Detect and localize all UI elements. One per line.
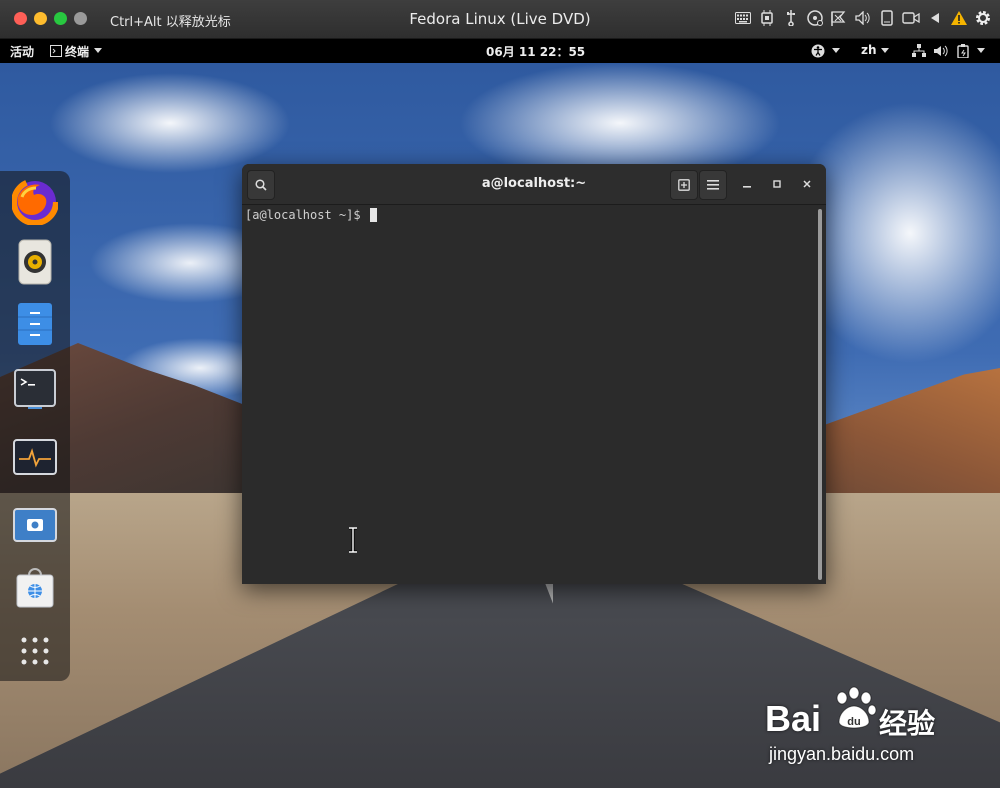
svg-text:du: du	[847, 716, 860, 728]
mountain-right	[820, 368, 1000, 498]
vm-toolbar	[734, 9, 992, 27]
new-tab-icon[interactable]	[670, 170, 698, 200]
back-icon[interactable]	[926, 9, 944, 27]
chevron-down-icon[interactable]	[977, 43, 985, 59]
files-icon[interactable]	[10, 299, 60, 349]
minimize-icon[interactable]	[739, 176, 755, 192]
text-cursor	[369, 208, 377, 222]
power-icon[interactable]	[957, 43, 971, 59]
vm-host-titlebar: Ctrl+Alt 以释放光标 Fedora Linux (Live DVD)	[0, 0, 1000, 39]
app-menu-button[interactable]: 终端	[65, 43, 89, 60]
watermark-brand: Bai	[765, 698, 822, 739]
terminal-app-icon	[50, 43, 62, 59]
watermark-url: jingyan.baidu.com	[769, 744, 915, 764]
terminal-window[interactable]: a@localhost:~ [a@localhost ~]$	[242, 164, 826, 584]
disc-icon[interactable]	[806, 9, 824, 27]
dash-dock	[0, 171, 70, 681]
show-apps-icon[interactable]	[10, 626, 60, 676]
software-icon[interactable]	[10, 563, 60, 613]
network-icon[interactable]	[912, 43, 926, 59]
close-icon[interactable]	[799, 176, 815, 192]
menu-icon[interactable]	[699, 170, 727, 200]
cpu-icon[interactable]	[758, 9, 776, 27]
close-traffic-light[interactable]	[14, 12, 27, 25]
sound-icon[interactable]	[854, 9, 872, 27]
terminal-output[interactable]: [a@localhost ~]$	[242, 205, 826, 584]
network-icon[interactable]	[830, 9, 848, 27]
terminal-scrollbar[interactable]	[818, 209, 822, 580]
terminal-icon[interactable]	[10, 364, 60, 414]
chevron-down-icon[interactable]	[832, 43, 840, 59]
volume-icon[interactable]	[934, 43, 948, 59]
shell-prompt: [a@localhost ~]$	[245, 208, 377, 222]
rhythmbox-icon[interactable]	[10, 237, 60, 287]
chevron-down-icon[interactable]	[881, 43, 889, 59]
search-icon[interactable]	[247, 170, 275, 200]
warning-icon[interactable]	[950, 9, 968, 27]
screenshot-icon[interactable]	[10, 501, 60, 551]
gear-icon[interactable]	[974, 9, 992, 27]
baidu-watermark: Bai du 经验 jingyan.baidu.com	[765, 680, 985, 770]
prompt-text: [a@localhost ~]$	[245, 208, 368, 222]
fullscreen-traffic-light[interactable]	[54, 12, 67, 25]
accessibility-icon[interactable]	[811, 43, 825, 59]
firefox-icon[interactable]	[10, 177, 60, 227]
usb-icon[interactable]	[782, 9, 800, 27]
minimize-traffic-light[interactable]	[34, 12, 47, 25]
release-cursor-hint: Ctrl+Alt 以释放光标	[110, 15, 231, 30]
language-indicator[interactable]: zh	[861, 43, 877, 57]
chevron-down-icon[interactable]	[94, 43, 102, 59]
watermark-suffix: 经验	[879, 707, 936, 740]
activities-button[interactable]: 活动	[10, 43, 34, 60]
system-monitor-icon[interactable]	[10, 433, 60, 483]
keyboard-icon[interactable]	[734, 9, 752, 27]
camera-icon[interactable]	[902, 9, 920, 27]
terminal-headerbar[interactable]: a@localhost:~	[242, 164, 826, 205]
device-icon[interactable]	[878, 9, 896, 27]
gnome-top-bar: 活动 终端 06月 11 22：55 zh	[0, 39, 1000, 63]
baidu-paw-icon: du	[836, 686, 877, 729]
clock[interactable]: 06月 11 22：55	[486, 43, 585, 60]
extra-traffic-light[interactable]	[74, 12, 87, 25]
ibeam-pointer-icon	[349, 527, 357, 553]
maximize-icon[interactable]	[769, 176, 785, 192]
